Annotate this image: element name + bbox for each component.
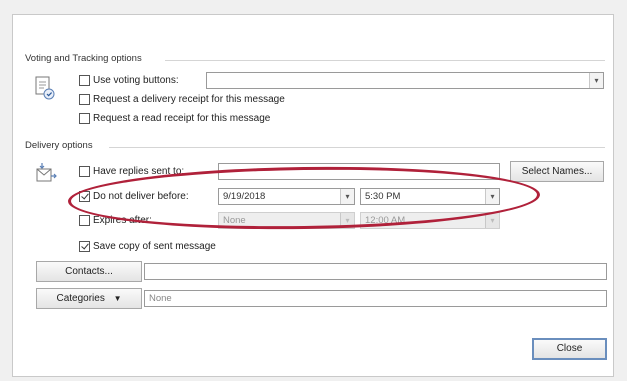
categories-value: None — [149, 293, 172, 304]
contacts-button[interactable]: Contacts... — [36, 261, 142, 282]
delivery-group-title: Delivery options — [25, 140, 93, 151]
expires-time-value: 12:00 AM — [365, 215, 406, 226]
voting-buttons-dropdown[interactable]: ▾ — [206, 72, 604, 89]
use-voting-checkbox[interactable] — [79, 75, 90, 86]
expires-after-checkbox[interactable] — [79, 215, 90, 226]
voting-tracking-icon — [35, 76, 55, 100]
delivery-receipt-checkbox[interactable] — [79, 94, 90, 105]
close-button[interactable]: Close — [532, 338, 607, 360]
have-replies-checkbox[interactable] — [79, 166, 90, 177]
dropdown-arrow-icon: ▼ — [113, 294, 122, 303]
replies-to-input[interactable] — [218, 163, 500, 180]
expires-time-picker[interactable]: 12:00 AM ▾ — [360, 212, 500, 229]
chevron-down-icon[interactable]: ▾ — [340, 213, 354, 228]
use-voting-label: Use voting buttons: — [93, 75, 179, 86]
have-replies-label: Have replies sent to: — [93, 166, 185, 177]
save-copy-label: Save copy of sent message — [93, 241, 216, 252]
save-copy-checkbox[interactable] — [79, 241, 90, 252]
categories-button-label: Categories — [56, 293, 105, 304]
delivery-options-icon — [36, 163, 57, 182]
message-options-dialog: Voting and Tracking options Use voting b… — [12, 14, 614, 377]
chevron-down-icon[interactable]: ▾ — [589, 73, 603, 88]
chevron-down-icon[interactable]: ▾ — [485, 213, 499, 228]
select-names-button[interactable]: Select Names... — [510, 161, 604, 182]
voting-group-divider — [165, 60, 605, 61]
categories-input: None — [144, 290, 607, 307]
expires-after-label: Expires after: — [93, 215, 152, 226]
deliver-time-picker[interactable]: 5:30 PM ▾ — [360, 188, 500, 205]
contacts-input[interactable] — [144, 263, 607, 280]
read-receipt-checkbox[interactable] — [79, 113, 90, 124]
deliver-time-value: 5:30 PM — [365, 191, 401, 202]
read-receipt-label: Request a read receipt for this message — [93, 113, 271, 124]
delivery-receipt-label: Request a delivery receipt for this mess… — [93, 94, 285, 105]
categories-button[interactable]: Categories ▼ — [36, 288, 142, 309]
deliver-date-picker[interactable]: 9/19/2018 ▾ — [218, 188, 355, 205]
chevron-down-icon[interactable]: ▾ — [485, 189, 499, 204]
delivery-group-divider — [109, 147, 605, 148]
do-not-deliver-checkbox[interactable] — [79, 191, 90, 202]
expires-date-value: None — [223, 215, 246, 226]
do-not-deliver-label: Do not deliver before: — [93, 191, 189, 202]
expires-date-picker[interactable]: None ▾ — [218, 212, 355, 229]
deliver-date-value: 9/19/2018 — [223, 191, 266, 202]
chevron-down-icon[interactable]: ▾ — [340, 189, 354, 204]
voting-group-title: Voting and Tracking options — [25, 53, 142, 64]
